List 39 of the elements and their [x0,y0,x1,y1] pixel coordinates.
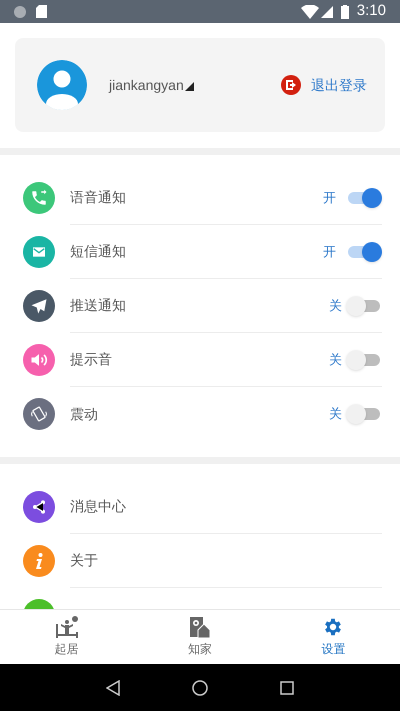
tab[interactable]: 设置 [266,610,400,664]
toggle-switch[interactable] [346,404,382,424]
menu-item[interactable]: 关于 [70,550,98,571]
toggle-status: 关 [329,405,342,424]
menu-item[interactable]: 消息中心 [70,496,126,517]
tab[interactable]: 起居 [0,610,134,664]
setting-label: 短信通知 [70,242,127,261]
sd-card-icon [36,5,47,18]
toggle-switch[interactable] [346,296,382,316]
logout-icon [281,75,301,95]
setting-label: 提示音 [70,350,113,369]
battery-icon [340,4,349,18]
setting-label: 震动 [70,404,99,424]
username: jiankangyan [109,76,184,95]
back-icon[interactable] [106,680,120,696]
toggle-switch[interactable] [346,188,382,208]
setting-label: 推送通知 [70,296,127,315]
person-bed-icon [54,616,79,638]
recents-icon[interactable] [280,680,294,694]
toggle-switch[interactable] [346,350,382,370]
paper-plane-icon [30,297,48,315]
toggle-status: 关 [329,350,342,369]
vibration-icon [30,405,48,423]
avatar-icon [37,60,87,110]
tab[interactable]: 知家 [133,610,267,664]
house-photo-icon [188,616,211,638]
signal-icon [320,6,333,18]
logout-button[interactable]: 退出登录 [281,74,367,96]
setting-label: 语音通知 [70,188,127,207]
share-icon [31,499,47,515]
signal-small-icon [184,82,194,91]
status-time: 3:10 [356,1,386,22]
toggle-switch[interactable] [346,242,382,262]
toggle-status: 关 [329,296,342,315]
phone-icon [30,189,48,207]
toggle-status: 开 [323,242,336,261]
home-icon[interactable] [192,680,208,696]
toggle-status: 开 [323,188,336,207]
wifi-icon [300,4,319,18]
